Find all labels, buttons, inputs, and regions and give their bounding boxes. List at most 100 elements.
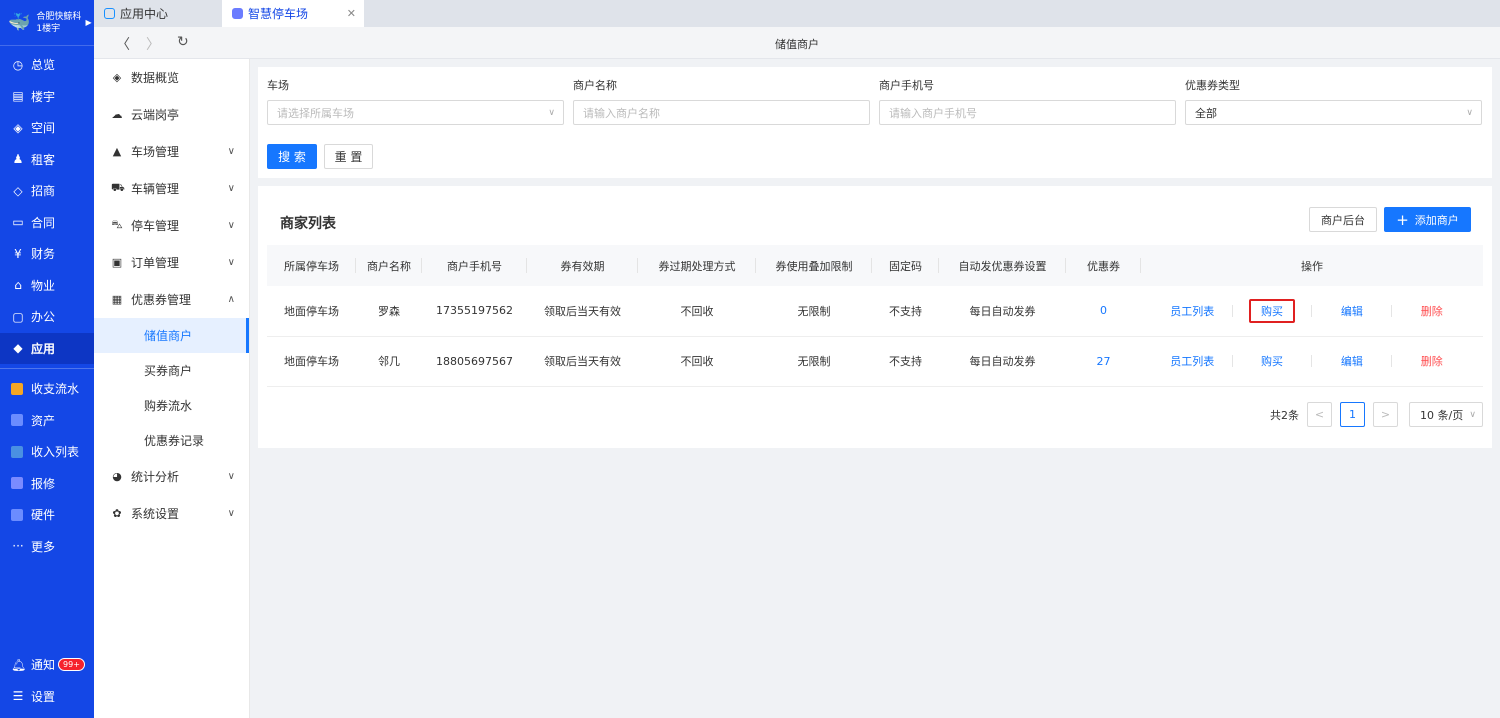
- rail-app-repair[interactable]: 报修: [0, 468, 94, 500]
- chevron-down-icon: ∨: [227, 471, 235, 482]
- submenu-stored-value-merchant[interactable]: 储值商户: [94, 318, 249, 353]
- nav-bar: 〈 〉 ↻ 储值商户: [94, 27, 1500, 59]
- document-icon: ▭: [12, 215, 24, 230]
- rail-item-space[interactable]: ◈ 空间: [0, 112, 94, 144]
- rail-notify[interactable]: 🔔︎ 通知 99+: [0, 649, 94, 681]
- search-button[interactable]: 搜 索: [267, 144, 317, 169]
- menu-data-overview[interactable]: ◈ 数据概览: [94, 59, 249, 96]
- delete-link[interactable]: 删除: [1409, 301, 1455, 321]
- menu-cloud-booth[interactable]: ☁ 云端岗亭: [94, 96, 249, 133]
- chevron-down-icon: ∨: [548, 107, 555, 118]
- chevron-down-icon: ∨: [227, 183, 235, 194]
- rail-item-office[interactable]: ▢ 办公: [0, 301, 94, 333]
- merchant-phone-input[interactable]: 请输入商户手机号: [879, 100, 1176, 125]
- list-title: 商家列表: [280, 216, 336, 232]
- rail-item-tenant[interactable]: ♟ 租客: [0, 144, 94, 176]
- cube-icon: ◈: [13, 120, 23, 135]
- merchant-name-input[interactable]: 请输入商户名称: [573, 100, 870, 125]
- filter-merchant-name: 商户名称 请输入商户名称: [573, 77, 870, 125]
- road-icon: ▲: [112, 145, 122, 158]
- buy-link[interactable]: 购买: [1249, 351, 1295, 371]
- plus-icon: +: [1396, 210, 1409, 229]
- filter-coupon-type: 优惠券类型 全部 ∨: [1185, 77, 1482, 125]
- rail-app-hardware[interactable]: 硬件: [0, 499, 94, 531]
- tab-smart-parking[interactable]: 智慧停车场 ✕: [222, 0, 364, 27]
- edit-link[interactable]: 编辑: [1329, 301, 1375, 321]
- monitor-icon: ▢: [12, 309, 24, 324]
- close-tab-icon[interactable]: ✕: [347, 7, 356, 20]
- building-icon: ▤: [12, 89, 24, 104]
- next-page-button[interactable]: >: [1373, 402, 1398, 427]
- brand-switcher[interactable]: 🐳 合肥快鲸科 1楼宇 ▶: [0, 0, 94, 46]
- submenu-coupon-buying-merchant[interactable]: 买券商户: [94, 353, 249, 388]
- chevron-down-icon: ∨: [227, 257, 235, 268]
- lot-select[interactable]: 请选择所属车场 ∨: [267, 100, 564, 125]
- col-auto: 自动发优惠券设置: [939, 245, 1066, 286]
- module-sidebar: ◈ 数据概览 ☁ 云端岗亭 ▲ 车场管理 ∨ ⛟ 车辆管理 ∨ ⛍ 停车管理 ∨ ▣ 订单管理 ∨ …: [94, 59, 250, 718]
- edit-link[interactable]: 编辑: [1329, 351, 1375, 371]
- menu-coupon-management[interactable]: ▦ 优惠券管理 ∧: [94, 281, 249, 318]
- coupon-type-select[interactable]: 全部 ∨: [1185, 100, 1482, 125]
- tab-strip: 应用中心 智慧停车场 ✕: [94, 0, 1500, 27]
- caret-right-icon: ▶: [85, 18, 92, 27]
- rail-item-property[interactable]: ⌂ 物业: [0, 270, 94, 302]
- col-expiry: 券过期处理方式: [638, 245, 756, 286]
- rail-app-income[interactable]: 收入列表: [0, 436, 94, 468]
- rail-item-leasing[interactable]: ◇ 招商: [0, 175, 94, 207]
- col-lot: 所属停车场: [267, 245, 356, 286]
- rail-item-building[interactable]: ▤ 楼宇: [0, 81, 94, 113]
- menu-parking-management[interactable]: ⛍ 停车管理 ∨: [94, 207, 249, 244]
- cloud-icon: ☁: [111, 108, 123, 121]
- staff-list-link[interactable]: 员工列表: [1169, 301, 1215, 321]
- rail-item-finance[interactable]: ¥ 财务: [0, 238, 94, 270]
- staff-list-link[interactable]: 员工列表: [1169, 351, 1215, 371]
- reset-button[interactable]: 重 置: [324, 144, 373, 169]
- yen-icon: ¥: [14, 246, 22, 261]
- rail-more[interactable]: ··· 更多: [0, 531, 94, 563]
- building-name: 1楼宇: [36, 23, 61, 34]
- add-merchant-button[interactable]: + 添加商户: [1384, 207, 1471, 232]
- page-title: 储值商户: [775, 38, 819, 51]
- menu-icon: ☰: [12, 689, 24, 704]
- prev-page-button[interactable]: <: [1307, 402, 1332, 427]
- col-name: 商户名称: [356, 245, 422, 286]
- page-size-select[interactable]: 10 条/页 ∨: [1409, 402, 1483, 427]
- bell-icon: 🔔︎: [11, 657, 27, 672]
- parking-icon: ⛍: [111, 218, 123, 231]
- total-count: 共2条: [1270, 408, 1299, 422]
- coupon-count-link[interactable]: 27: [1066, 336, 1141, 387]
- app-icon: ◆: [13, 341, 23, 356]
- notify-badge: 99+: [58, 658, 85, 672]
- menu-statistics[interactable]: ◕ 统计分析 ∨: [94, 458, 249, 495]
- merchant-table: 所属停车场 商户名称 商户手机号 券有效期 券过期处理方式 券使用叠加限制 固定…: [267, 245, 1483, 387]
- col-validity: 券有效期: [527, 245, 638, 286]
- merchant-backend-button[interactable]: 商户后台: [1309, 207, 1377, 232]
- repair-icon: [11, 477, 23, 490]
- delete-link[interactable]: 删除: [1409, 351, 1455, 371]
- submenu-coupon-records[interactable]: 优惠券记录: [94, 423, 249, 458]
- gear-icon: ✿: [112, 507, 122, 520]
- pagination: 共2条 < 1 > 10 条/页 ∨: [1270, 402, 1483, 427]
- coupon-count-link[interactable]: 0: [1066, 286, 1141, 337]
- menu-lot-management[interactable]: ▲ 车场管理 ∨: [94, 133, 249, 170]
- col-phone: 商户手机号: [422, 245, 527, 286]
- menu-vehicle-management[interactable]: ⛟ 车辆管理 ∨: [94, 170, 249, 207]
- submenu-coupon-purchase-flow[interactable]: 购券流水: [94, 388, 249, 423]
- rail-item-overview[interactable]: ◷ 总览: [0, 49, 94, 81]
- buy-link[interactable]: 购买: [1249, 298, 1296, 323]
- rail-settings[interactable]: ☰ 设置: [0, 681, 94, 713]
- rail-item-apps[interactable]: ◆ 应用: [0, 332, 94, 364]
- table-row: 地面停车场 罗森 17355197562 领取后当天有效 不回收 无限制 不支持…: [267, 286, 1483, 337]
- menu-system-settings[interactable]: ✿ 系统设置 ∨: [94, 495, 249, 532]
- rail-app-cashflow[interactable]: 收支流水: [0, 373, 94, 405]
- rail-item-contract[interactable]: ▭ 合同: [0, 207, 94, 239]
- page-number[interactable]: 1: [1340, 402, 1365, 427]
- whale-logo-icon: 🐳: [8, 12, 31, 33]
- col-stack: 券使用叠加限制: [756, 245, 872, 286]
- cashflow-icon: [11, 382, 23, 395]
- tab-app-center[interactable]: 应用中心: [94, 0, 222, 27]
- rail-app-assets[interactable]: 资产: [0, 405, 94, 437]
- chevron-down-icon: ∨: [227, 146, 235, 157]
- menu-order-management[interactable]: ▣ 订单管理 ∨: [94, 244, 249, 281]
- coupon-icon: ▦: [111, 293, 123, 306]
